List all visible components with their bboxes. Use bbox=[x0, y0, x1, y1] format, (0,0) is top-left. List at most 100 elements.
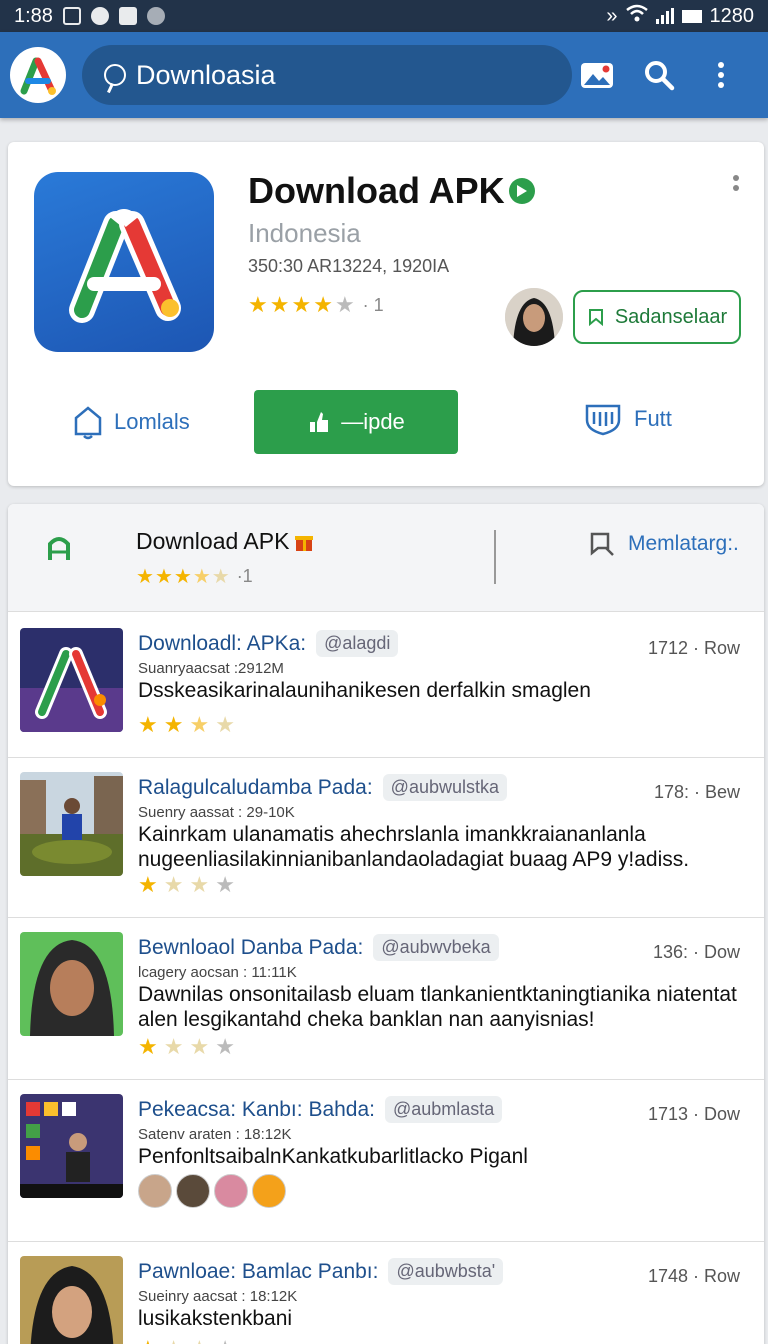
item-thumbnail bbox=[20, 628, 123, 732]
app-meta: 350:30 AR13224, 1920IA bbox=[248, 256, 450, 276]
item-description: lusikakstenkbani bbox=[138, 1307, 293, 1330]
avatar[interactable] bbox=[214, 1174, 248, 1208]
item-title: Ralagulcaludamba Pada: @aubwulstka bbox=[138, 774, 507, 801]
item-title-text: Ralagulcaludamba Pada: bbox=[138, 775, 373, 799]
item-tag[interactable]: @aubwvbeka bbox=[373, 934, 499, 961]
item-meta: Suanryaacsat :2912M bbox=[138, 660, 284, 677]
item-description: Kainrkam ulanamatis ahechrslanla imankkr… bbox=[138, 823, 690, 871]
media-icon bbox=[118, 7, 137, 25]
search-box[interactable]: Downloasia bbox=[82, 45, 572, 105]
star-icon: ★ bbox=[138, 1336, 158, 1344]
section-action[interactable]: Memlatarg:. bbox=[588, 530, 739, 558]
star-empty-icon: ★ bbox=[189, 1034, 210, 1059]
item-tag[interactable]: @aubmlasta bbox=[385, 1096, 503, 1123]
star-empty-icon: ★ bbox=[189, 872, 210, 897]
item-description: Dawnilas onsonitailasb eluam tlankanient… bbox=[138, 983, 737, 1031]
item-tag[interactable]: @aubwulstka bbox=[382, 774, 507, 801]
notification-icon bbox=[62, 7, 81, 25]
star-empty-icon: ★ bbox=[215, 712, 235, 737]
list-item[interactable]: Ralagulcaludamba Pada: @aubwulstka 178: … bbox=[8, 758, 764, 918]
section-title: Download APK bbox=[136, 528, 315, 555]
section-header: Download APK ★ ★ ★ ★ ★ ·1 Memlatarg:. bbox=[8, 504, 764, 612]
star-empty-icon: ★ bbox=[334, 292, 355, 317]
star-icon: ★ bbox=[138, 1034, 158, 1059]
bell-icon bbox=[74, 406, 102, 440]
star-empty-icon: ★ bbox=[215, 1034, 235, 1059]
item-thumbnail bbox=[20, 1094, 123, 1198]
star-icon: ★ bbox=[269, 292, 290, 317]
star-icon: ★ bbox=[138, 872, 158, 897]
image-search-button[interactable] bbox=[580, 58, 614, 92]
search-button[interactable] bbox=[642, 58, 676, 92]
star-icon: ★ bbox=[248, 292, 268, 317]
hero-actions: Lomlals —ipde Futt bbox=[8, 390, 764, 456]
star-half-icon: ★ bbox=[189, 712, 210, 737]
follow-label: Sadanselaar bbox=[614, 305, 728, 328]
star-empty-icon: ★ bbox=[163, 872, 184, 897]
item-title: Pekeacsa: Kanbı: Bahda: @aubmlasta bbox=[138, 1096, 503, 1123]
list-item[interactable]: Pawnloae: Bamlac Panbı: @aubwbsta' 1748 … bbox=[8, 1242, 764, 1344]
item-meta: lcagery aocsan : 11:11K bbox=[138, 964, 297, 981]
section-action-label: Memlatarg:. bbox=[628, 532, 739, 555]
list-item[interactable]: Downloadl: APKa: @alagdi 1712 · Row Suan… bbox=[8, 614, 764, 758]
item-thumbnail bbox=[20, 772, 123, 876]
developer-avatar[interactable] bbox=[505, 288, 563, 346]
thumbs-up-icon bbox=[310, 412, 329, 432]
app-detail-card: Download APK Indonesia 350:30 AR13224, 1… bbox=[8, 142, 764, 486]
magnifier-icon bbox=[645, 61, 675, 91]
app-icon bbox=[34, 172, 214, 352]
image-icon bbox=[581, 63, 613, 88]
star-half-icon: ★ bbox=[192, 566, 211, 588]
app-logo[interactable] bbox=[10, 47, 66, 103]
app-notification-icon bbox=[90, 7, 109, 25]
overflow-menu-button[interactable] bbox=[704, 58, 738, 92]
bookmark-action[interactable]: Lomlals bbox=[72, 404, 190, 440]
star-empty-icon: ★ bbox=[211, 566, 230, 588]
section-divider bbox=[494, 530, 496, 584]
item-time: 136: · Dow bbox=[652, 942, 740, 962]
section-rating: ★ ★ ★ ★ ★ ·1 bbox=[136, 564, 253, 589]
app-title: Download APK bbox=[248, 170, 535, 212]
bookmark-icon bbox=[588, 309, 603, 326]
item-time: 1712 · Row bbox=[647, 638, 740, 658]
item-title-text: Downloadl: APKa: bbox=[138, 631, 307, 655]
signal-icon bbox=[655, 8, 674, 24]
share-action[interactable]: Futt bbox=[584, 402, 672, 436]
more-vert-icon bbox=[733, 175, 739, 191]
follow-button[interactable]: Sadanselaar bbox=[573, 290, 741, 344]
install-label: —ipde bbox=[341, 409, 405, 434]
section-title-text: Download APK bbox=[136, 528, 290, 554]
item-time: 178: · Bew bbox=[653, 782, 740, 802]
item-rating: ★ ★ ★ ★ bbox=[138, 872, 235, 898]
install-button[interactable]: —ipde bbox=[254, 390, 458, 454]
item-tag[interactable]: @alagdi bbox=[316, 630, 399, 657]
list-item[interactable]: Bewnloaol Danba Pada: @aubwvbeka 136: · … bbox=[8, 918, 764, 1080]
item-title-text: Pekeacsa: Kanbı: Bahda: bbox=[138, 1097, 375, 1121]
status-bar: 1:88 » 1280 bbox=[0, 0, 768, 32]
item-tag[interactable]: @aubwbsta' bbox=[388, 1258, 504, 1285]
item-rating: ★ ★ ★ ★ bbox=[138, 1034, 235, 1060]
list-item[interactable]: Pekeacsa: Kanbı: Bahda: @aubmlasta 1713 … bbox=[8, 1080, 764, 1242]
item-title-text: Pawnloae: Bamlac Panbı: bbox=[138, 1259, 379, 1283]
action-right-label: Futt bbox=[634, 406, 672, 431]
star-icon: ★ bbox=[173, 566, 192, 588]
item-title-text: Bewnloaol Danba Pada: bbox=[138, 935, 364, 959]
android-icon bbox=[46, 534, 72, 567]
app-subtitle: Indonesia bbox=[248, 218, 361, 248]
star-empty-icon: ★ bbox=[189, 1336, 209, 1344]
star-empty-icon: ★ bbox=[163, 1034, 184, 1059]
item-thumbnail bbox=[20, 932, 123, 1036]
star-icon: ★ bbox=[163, 712, 184, 737]
play-badge-icon bbox=[508, 178, 535, 204]
avatar[interactable] bbox=[176, 1174, 210, 1208]
avatar[interactable] bbox=[138, 1174, 172, 1208]
item-rating: ★ ★ ★ ★ bbox=[138, 712, 235, 738]
results-card: Download APK ★ ★ ★ ★ ★ ·1 Memlatarg:. Do… bbox=[8, 504, 764, 1344]
item-time: 1713 · Dow bbox=[647, 1104, 740, 1124]
avatar[interactable] bbox=[252, 1174, 286, 1208]
app-rating: ★ ★ ★ ★ ★ · 1 bbox=[248, 292, 384, 318]
sync-icon bbox=[146, 7, 165, 25]
app-bar: Downloasia bbox=[0, 32, 768, 118]
gift-icon bbox=[295, 535, 314, 551]
card-more-button[interactable] bbox=[732, 174, 740, 202]
